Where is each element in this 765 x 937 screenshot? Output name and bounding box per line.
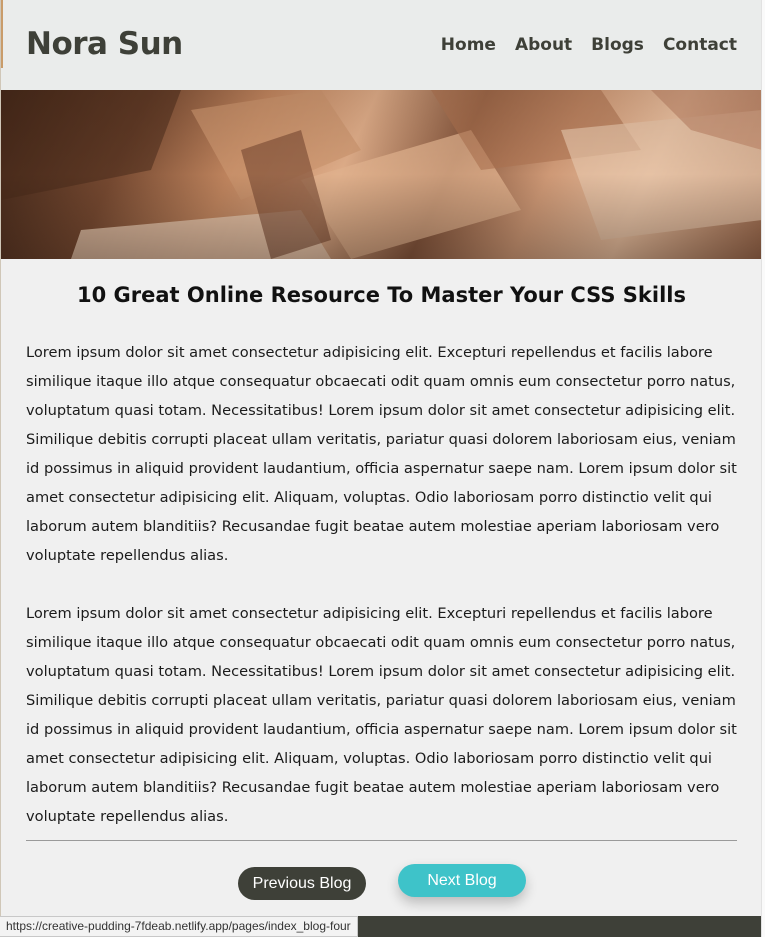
article-paragraph-2: Lorem ipsum dolor sit amet consectetur a… xyxy=(26,605,737,825)
site-header: Nora Sun Home About Blogs Contact xyxy=(1,0,762,90)
nav-about[interactable]: About xyxy=(515,35,572,55)
scrollbar-track[interactable] xyxy=(761,0,765,937)
page: Nora Sun Home About Blogs Contact 10 Gre… xyxy=(0,0,762,937)
content-divider xyxy=(26,840,737,841)
article-paragraph-1: Lorem ipsum dolor sit amet consectetur a… xyxy=(26,344,737,564)
nav-contact[interactable]: Contact xyxy=(663,35,737,55)
status-bar-url: https://creative-pudding-7fdeab.netlify.… xyxy=(0,916,358,937)
nav-home[interactable]: Home xyxy=(441,35,496,55)
next-blog-button[interactable]: Next Blog xyxy=(398,864,526,897)
nav-blogs[interactable]: Blogs xyxy=(591,35,644,55)
article-title: 10 Great Online Resource To Master Your … xyxy=(77,283,686,307)
header-accent-line xyxy=(1,0,3,68)
previous-blog-button[interactable]: Previous Blog xyxy=(238,867,366,900)
main-nav: Home About Blogs Contact xyxy=(441,35,737,55)
hero-shade xyxy=(1,90,762,259)
site-brand[interactable]: Nora Sun xyxy=(26,26,183,62)
hero-image xyxy=(1,90,762,259)
